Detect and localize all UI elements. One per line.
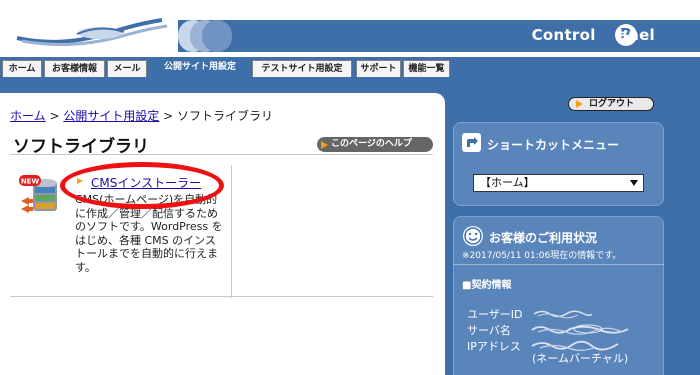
divider [453,264,664,265]
brand-logo [16,18,168,47]
breadcrumb-public-site-link[interactable]: 公開サイト用設定 [63,109,159,123]
status-timestamp: ※2017/05/11 01:06現在の情報です。 [462,251,622,261]
redacted-server-name [531,324,629,335]
tab-support[interactable]: サポート [356,60,401,77]
usage-status-title: お客様のご利用状況 [489,231,598,245]
virtual-host-note: (ネームバーチャル) [532,352,629,365]
dropdown-caret-icon [630,180,638,186]
shortcut-menu-select[interactable]: 【ホーム】 [473,174,644,192]
page-help-button[interactable]: このページのヘルプ [317,137,433,152]
tab-home[interactable]: ホーム [2,60,42,77]
main-tabs: ホーム お客様情報 メール 公開サイト用設定 テストサイト用設定 サポート 機能… [0,57,700,77]
divider [231,165,232,298]
tab-feature-list[interactable]: 機能一覧 [403,60,450,77]
logout-button[interactable]: ログアウト [568,97,654,111]
divider [10,154,433,155]
redacted-user-id [533,310,593,319]
arrow-right-icon [576,100,583,108]
tab-public-site-settings[interactable]: 公開サイト用設定 [152,57,248,77]
ip-address-label: IPアドレス [467,340,521,353]
new-badge: NEW [21,178,40,186]
arrow-right-icon [321,141,328,149]
header: P Control anel [0,0,700,57]
breadcrumb-current: ソフトライブラリ [177,109,274,123]
breadcrumb-home-link[interactable]: ホーム [10,109,46,123]
shortcut-menu-title: ショートカットメニュー [487,138,620,152]
highlight-annotation [60,162,224,209]
tab-test-site-settings[interactable]: テストサイト用設定 [252,60,352,77]
tab-mail[interactable]: メール [107,60,147,77]
tab-customer-info[interactable]: お客様情報 [44,60,105,77]
contract-info-title: ■契約情報 [462,280,512,291]
shortcut-menu-panel [453,122,664,206]
control-panel-title: Control anel [531,26,655,44]
smiley-face-icon [463,226,483,246]
database-app-icon[interactable]: NEW [19,175,65,215]
breadcrumb: ホーム > 公開サイト用設定 > ソフトライブラリ [10,109,274,123]
control-panel-banner: P Control anel [178,20,700,52]
shortcut-arrow-icon [462,133,481,152]
user-id-label: ユーザーID [467,308,523,321]
server-name-label: サーバ名 [467,324,511,337]
divider [10,296,433,297]
